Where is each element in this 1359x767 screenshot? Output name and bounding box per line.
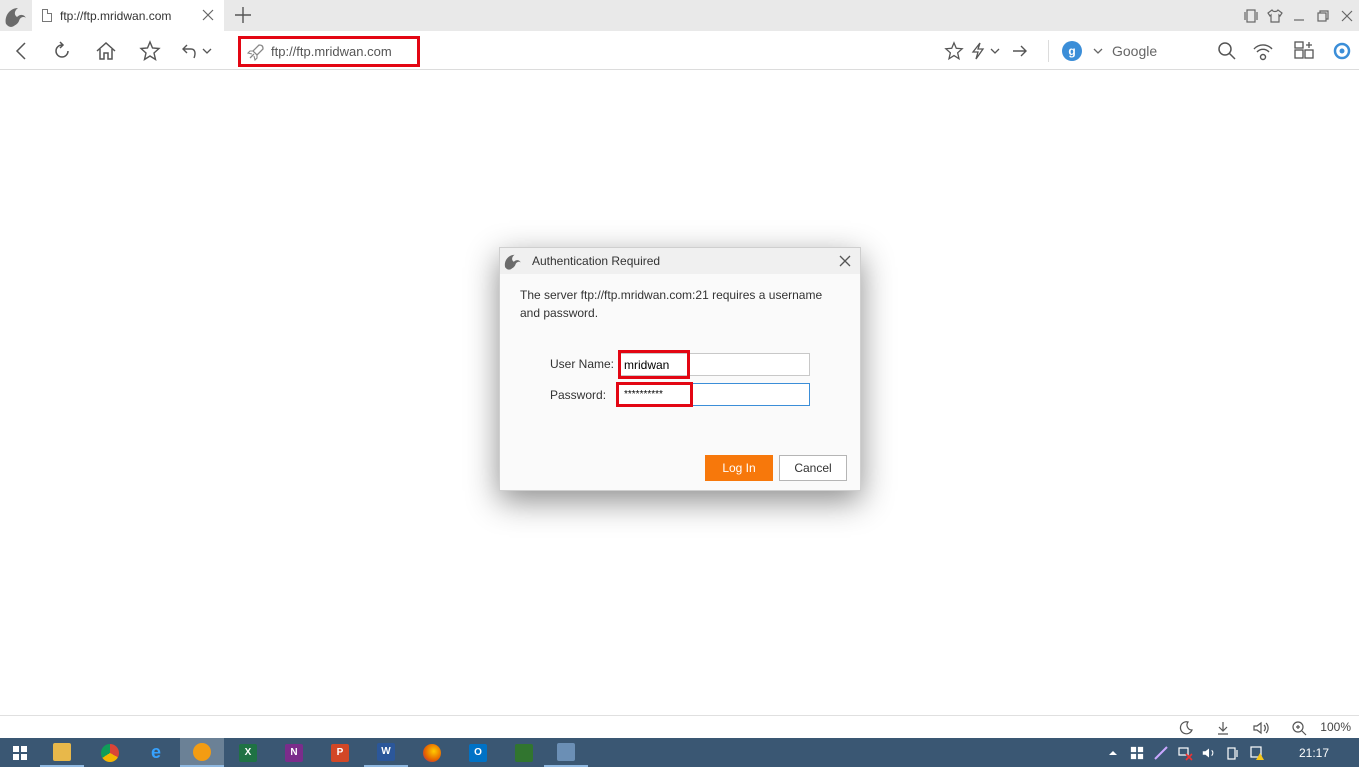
outlook-icon: O [469, 743, 487, 762]
browser-tab[interactable]: ftp://ftp.mridwan.com [32, 0, 224, 31]
rocket-icon [246, 43, 265, 61]
taskbar-file-explorer[interactable] [40, 738, 84, 767]
tray-security-warning-icon[interactable] [1246, 738, 1268, 767]
taskbar-firefox[interactable] [410, 738, 454, 767]
taskbar-uc-browser[interactable] [180, 738, 224, 767]
search-engine-selector[interactable]: g Google [1062, 40, 1157, 62]
page-icon [42, 9, 52, 22]
download-icon[interactable] [1214, 719, 1232, 737]
taskbar-internet-explorer[interactable]: e [134, 738, 178, 767]
reader-mode-icon[interactable] [1239, 0, 1263, 31]
taskbar-outlook[interactable]: O [456, 738, 500, 767]
back-arrow-icon[interactable] [10, 39, 34, 63]
skin-shirt-icon[interactable] [1263, 0, 1287, 31]
night-mode-moon-icon[interactable] [1177, 719, 1195, 737]
word-icon: W [377, 742, 395, 761]
home-icon[interactable] [94, 39, 118, 63]
taskbar-clock[interactable]: 21:17 [1299, 746, 1329, 760]
minimize-icon[interactable] [1287, 0, 1311, 31]
excel-icon: X [239, 743, 257, 762]
taskbar-chrome[interactable] [88, 738, 132, 767]
chevron-down-icon[interactable] [1092, 45, 1104, 57]
search-icon[interactable] [1215, 39, 1239, 63]
project-icon [515, 743, 533, 762]
taskbar-excel[interactable]: X [226, 738, 270, 767]
add-bookmark-star-icon[interactable] [942, 39, 966, 63]
password-label: Password: [550, 388, 607, 402]
internet-explorer-icon: e [150, 742, 161, 762]
undo-close-tab-icon[interactable] [178, 39, 202, 63]
tray-volume-icon[interactable] [1198, 738, 1220, 767]
sound-icon[interactable] [1252, 719, 1270, 737]
login-button[interactable]: Log In [705, 455, 773, 481]
address-url: ftp://ftp.mridwan.com [271, 44, 392, 59]
tray-network-error-icon[interactable] [1174, 738, 1196, 767]
uc-browser-logo-icon[interactable] [0, 0, 32, 31]
taskbar-project[interactable] [502, 738, 546, 767]
toolbar-divider [1048, 40, 1049, 62]
uc-browser-logo-icon [502, 250, 524, 272]
firefox-icon [423, 743, 441, 762]
apps-grid-icon[interactable] [1292, 39, 1316, 63]
windows-taskbar: e X N P W O 21:17 [0, 738, 1359, 767]
tray-overflow-chevron-up-icon[interactable] [1102, 738, 1124, 767]
zoom-in-icon[interactable] [1290, 719, 1308, 737]
navigation-toolbar: ftp://ftp.mridwan.com g Google [0, 31, 1359, 70]
refresh-icon[interactable] [50, 39, 74, 63]
folder-icon [53, 742, 71, 761]
taskbar-virtualbox[interactable] [544, 738, 588, 767]
restore-icon[interactable] [1311, 0, 1335, 31]
tab-title: ftp://ftp.mridwan.com [60, 8, 172, 23]
wifi-sync-icon[interactable] [1251, 39, 1275, 63]
new-tab-button[interactable] [232, 4, 254, 26]
close-window-icon[interactable] [1335, 0, 1359, 31]
dialog-close-icon[interactable] [836, 252, 854, 270]
taskbar-powerpoint[interactable]: P [318, 738, 362, 767]
search-engine-name: Google [1112, 43, 1158, 59]
taskbar-word[interactable]: W [364, 738, 408, 767]
tab-close-icon[interactable] [200, 7, 216, 23]
chrome-icon [101, 743, 119, 762]
tray-pen-icon[interactable] [1150, 738, 1172, 767]
authentication-dialog: Authentication Required The server ftp:/… [499, 247, 861, 491]
powerpoint-icon: P [331, 743, 349, 762]
title-bar: ftp://ftp.mridwan.com [0, 0, 1359, 31]
account-sync-icon[interactable] [1330, 39, 1354, 63]
password-highlight-box [616, 382, 693, 407]
uc-browser-icon [193, 742, 211, 761]
cancel-button[interactable]: Cancel [779, 455, 847, 481]
windows-start-icon[interactable] [0, 738, 40, 767]
virtualbox-icon [557, 742, 575, 761]
username-label: User Name: [550, 357, 615, 371]
search-engine-icon: g [1062, 41, 1082, 61]
window-controls [1239, 0, 1359, 31]
dialog-message: The server ftp://ftp.mridwan.com:21 requ… [520, 288, 823, 320]
bookmark-star-icon[interactable] [138, 39, 162, 63]
onenote-icon: N [285, 743, 303, 762]
address-bar[interactable]: ftp://ftp.mridwan.com [238, 36, 420, 67]
tray-windows-icon[interactable] [1126, 738, 1148, 767]
username-highlight-box [618, 350, 690, 379]
dialog-title-bar: Authentication Required [500, 248, 860, 274]
dialog-title: Authentication Required [532, 254, 661, 268]
zoom-level[interactable]: 100% [1320, 720, 1351, 734]
chevron-down-icon[interactable] [987, 39, 1003, 63]
tray-battery-icon[interactable] [1222, 738, 1244, 767]
chevron-down-icon[interactable] [200, 39, 214, 63]
status-bar: 100% [0, 715, 1359, 738]
go-arrow-icon[interactable] [1008, 39, 1032, 63]
taskbar-onenote[interactable]: N [272, 738, 316, 767]
